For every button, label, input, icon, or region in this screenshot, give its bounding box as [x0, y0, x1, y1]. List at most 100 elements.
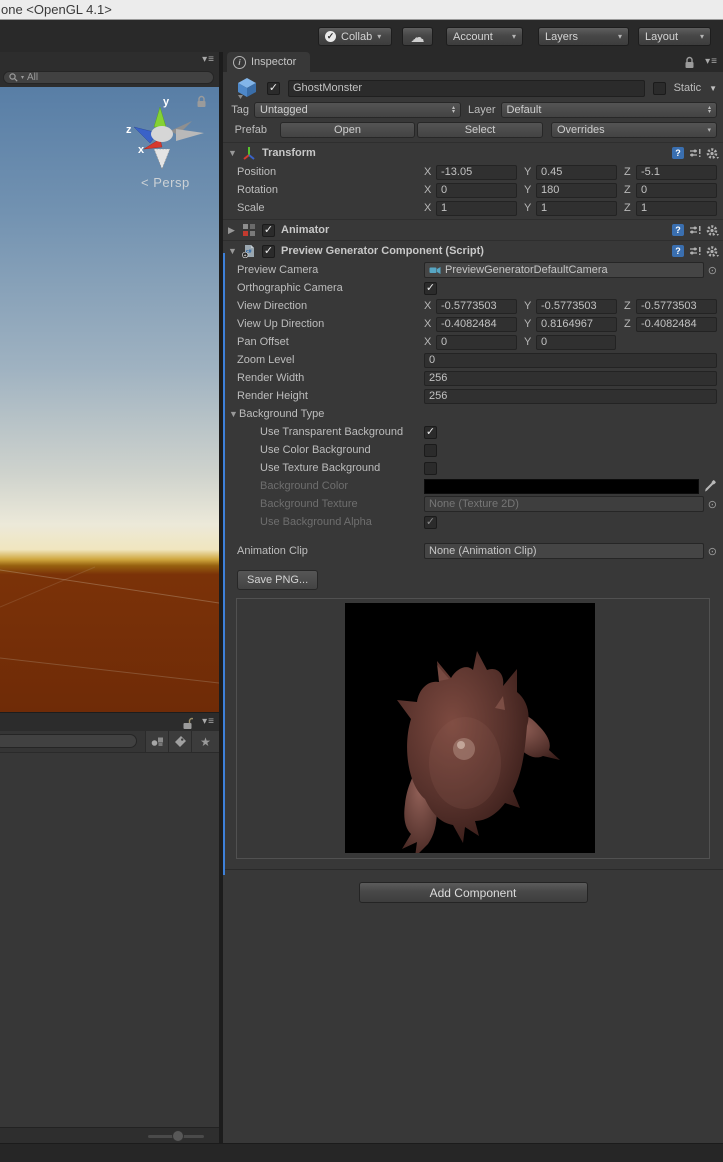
gameobject-cube-icon[interactable] [235, 76, 259, 100]
position-x-field[interactable]: -13.05 [436, 164, 517, 180]
layers-caret-icon: ▾ [617, 32, 622, 41]
zoom-level-field[interactable]: 0 [424, 352, 717, 368]
gear-menu-icon[interactable] [706, 147, 719, 160]
rotation-z-field[interactable]: 0 [636, 182, 717, 198]
preview-generator-header[interactable]: ▼ c# + ✓ Preview Generator Component (Sc… [223, 240, 723, 261]
use-transparent-checkbox[interactable]: ✓ [424, 425, 437, 439]
tag-label: Tag [231, 104, 249, 116]
add-component-button[interactable]: Add Component [358, 882, 588, 903]
inspector-lock-icon[interactable] [684, 56, 695, 69]
account-dropdown[interactable]: Account ▾ [446, 27, 523, 46]
project-content-area[interactable] [0, 753, 219, 1127]
animator-icon [243, 224, 255, 236]
presets-icon[interactable] [689, 147, 701, 159]
transform-foldout-icon[interactable]: ▼ [228, 148, 238, 158]
rotation-y-field[interactable]: 180 [536, 182, 617, 198]
use-color-checkbox[interactable]: ✓ [424, 443, 437, 457]
position-y-field[interactable]: 0.45 [536, 164, 617, 180]
rotation-x-field[interactable]: 0 [436, 182, 517, 198]
layers-dropdown[interactable]: Layers ▾ [538, 27, 629, 46]
search-by-type-button[interactable] [145, 731, 168, 752]
presets-icon[interactable] [689, 224, 701, 236]
view-up-z-field[interactable]: -0.4082484 [636, 316, 717, 332]
gear-menu-icon[interactable] [706, 224, 719, 237]
animator-enabled-checkbox[interactable]: ✓ [262, 223, 275, 237]
object-picker-icon[interactable]: ⊙ [704, 498, 717, 511]
window-titlebar: one <OpenGL 4.1> [0, 0, 723, 20]
camera-icon [429, 267, 441, 274]
layer-updown-icon: ▴ ▾ [707, 105, 711, 115]
save-png-button[interactable]: Save PNG... [237, 570, 319, 590]
static-caret-icon[interactable]: ▼ [709, 84, 717, 93]
scale-y-field[interactable]: 1 [536, 200, 617, 216]
cloud-button[interactable]: ☁ [402, 27, 433, 46]
animator-header[interactable]: ▶ ✓ Animator ? [223, 219, 723, 240]
scene-orientation-gizmo[interactable]: y z x [118, 93, 208, 173]
collab-button[interactable]: ✓ Collab ▾ [318, 27, 392, 46]
object-picker-icon[interactable]: ⊙ [704, 264, 717, 277]
presets-icon[interactable] [689, 245, 701, 257]
background-type-foldout[interactable]: ▼ Background Type [223, 405, 723, 423]
scene-viewport[interactable]: y z x < Persp [0, 87, 219, 712]
view-dir-y-field[interactable]: -0.5773503 [536, 298, 617, 314]
tag-updown-icon: ▴ ▾ [451, 105, 455, 115]
gameobject-name-field[interactable] [288, 79, 645, 97]
animation-clip-object-field[interactable]: None (Animation Clip) [424, 543, 704, 559]
favorite-search-button[interactable]: ★ [191, 731, 219, 752]
view-dir-x-field[interactable]: -0.5773503 [436, 298, 517, 314]
use-background-alpha-checkbox[interactable]: ✓ [424, 515, 437, 529]
use-texture-checkbox[interactable]: ✓ [424, 461, 437, 475]
icon-size-slider-thumb[interactable] [172, 1130, 184, 1142]
project-lock-icon[interactable] [182, 717, 193, 730]
scene-search-input[interactable]: ▾ All [3, 71, 214, 84]
view-up-y-field[interactable]: 0.8164967 [536, 316, 617, 332]
pan-x-field[interactable]: 0 [436, 334, 517, 350]
prefab-open-button[interactable]: Open [280, 122, 415, 138]
transform-header[interactable]: ▼ Transform ? [223, 142, 723, 163]
help-icon[interactable]: ? [672, 147, 684, 159]
status-bar [0, 1143, 723, 1162]
project-search-input[interactable] [0, 734, 137, 748]
tag-dropdown[interactable]: Untagged ▴ ▾ [254, 102, 461, 118]
layer-dropdown[interactable]: Default ▴ ▾ [500, 102, 717, 118]
inspector-menu-icon[interactable]: ▾≡ [705, 56, 718, 67]
pan-y-field[interactable]: 0 [536, 334, 616, 350]
background-texture-object-field[interactable]: None (Texture 2D) [424, 496, 704, 512]
render-height-field[interactable]: 256 [424, 388, 717, 404]
preview-camera-object-field[interactable]: PreviewGeneratorDefaultCamera [424, 262, 704, 278]
object-picker-icon[interactable]: ⊙ [704, 545, 717, 558]
gizmo-persp-label[interactable]: < Persp [141, 175, 190, 190]
collab-check-icon: ✓ [325, 31, 336, 42]
gear-menu-icon[interactable] [706, 245, 719, 258]
render-width-field[interactable]: 256 [424, 370, 717, 386]
use-color-row: Use Color Background ✓ [223, 441, 723, 459]
pgc-enabled-checkbox[interactable]: ✓ [262, 244, 275, 258]
static-checkbox[interactable]: ✓ [652, 81, 666, 95]
pgc-title: Preview Generator Component (Script) [281, 245, 484, 257]
scene-panel-menu-icon[interactable]: ▾≡ [202, 54, 215, 65]
help-icon[interactable]: ? [672, 224, 684, 236]
scale-x-field[interactable]: 1 [436, 200, 517, 216]
prefab-select-button[interactable]: Select [417, 122, 543, 138]
orthographic-checkbox[interactable]: ✓ [424, 281, 437, 295]
gameobject-active-checkbox[interactable]: ✓ [267, 81, 280, 95]
view-up-x-field[interactable]: -0.4082484 [436, 316, 517, 332]
gizmo-y-axis [153, 106, 167, 128]
scale-row: Scale X1 Y1 Z1 [223, 199, 723, 217]
scale-z-field[interactable]: 1 [636, 200, 717, 216]
tab-inspector[interactable]: i Inspector [227, 52, 311, 72]
view-dir-z-field[interactable]: -0.5773503 [636, 298, 717, 314]
animator-foldout-icon[interactable]: ▶ [228, 225, 238, 236]
animator-title: Animator [281, 224, 330, 236]
help-icon[interactable]: ? [672, 245, 684, 257]
background-type-foldout-icon[interactable]: ▼ [229, 409, 239, 419]
zoom-level-row: Zoom Level 0 [223, 351, 723, 369]
pgc-foldout-icon[interactable]: ▼ [228, 246, 238, 256]
background-color-swatch[interactable] [424, 478, 699, 494]
search-by-label-button[interactable] [168, 731, 191, 752]
layout-dropdown[interactable]: Layout ▾ [638, 27, 711, 46]
eyedropper-icon[interactable] [703, 479, 717, 493]
position-z-field[interactable]: -5.1 [636, 164, 717, 180]
project-panel-menu-icon[interactable]: ▾≡ [202, 716, 215, 727]
prefab-overrides-dropdown[interactable]: Overrides ▾ [551, 122, 717, 138]
